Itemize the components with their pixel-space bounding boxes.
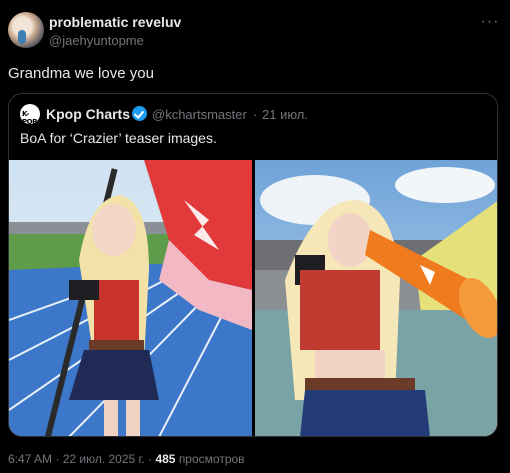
author-handle[interactable]: @jaehyuntopme [49, 33, 144, 48]
quoted-author-display-name[interactable]: Kpop Charts [46, 106, 130, 122]
author-display-name[interactable]: problematic reveluv [49, 14, 181, 30]
quoted-author-avatar[interactable]: K-POP [20, 104, 40, 124]
teaser-image-2[interactable] [255, 160, 497, 436]
teaser-image-2-graphic [255, 160, 497, 436]
teaser-image-1[interactable] [9, 160, 252, 436]
views-count: 485 [155, 452, 176, 466]
teaser-image-1-graphic [9, 160, 252, 436]
views-label: просмотров [178, 452, 245, 466]
tweet-header: problematic reveluv @jaehyuntopme ··· [8, 12, 502, 52]
quoted-author-handle[interactable]: @kchartsmaster [152, 107, 247, 122]
quoted-text: BoA for ‘Crazier’ teaser images. [20, 130, 217, 146]
quoted-tweet[interactable]: K-POP Kpop Charts @kchartsmaster · 21 ию… [8, 93, 498, 437]
tweet-meta: 6:47 AM · 22 июл. 2025 г. · 485 просмотр… [8, 452, 245, 466]
separator-dot: · [253, 107, 258, 122]
quoted-media [9, 160, 497, 436]
tweet-text: Grandma we love you [8, 65, 154, 82]
author-avatar[interactable] [8, 12, 44, 48]
quoted-date[interactable]: 21 июл. [262, 107, 308, 122]
more-horizontal-icon[interactable]: ··· [478, 14, 502, 34]
quoted-avatar-logo-text: K-POP [22, 110, 37, 124]
verified-badge-icon [132, 106, 147, 121]
tweet[interactable]: problematic reveluv @jaehyuntopme ··· Gr… [0, 0, 510, 473]
tweet-timestamp[interactable]: 6:47 AM · 22 июл. 2025 г. · [8, 452, 152, 466]
